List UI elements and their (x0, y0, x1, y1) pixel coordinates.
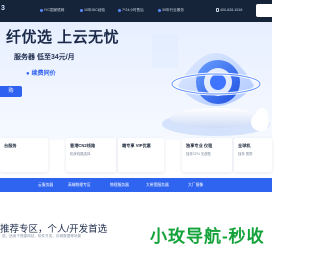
feature-card-1[interactable]: 台服务 (0, 138, 48, 172)
cloud-illustration (152, 34, 270, 136)
section-title: 推荐专区，个人/开发首选 (0, 224, 108, 235)
hero-buy-button[interactable]: 购 (0, 86, 22, 97)
check-icon: ● (26, 71, 30, 77)
hero-subline: 服务器 低至34元/月 (14, 54, 75, 61)
nav-cloud-server[interactable]: 云服务器 (38, 178, 53, 192)
nav-mirror[interactable]: 大厂镜像 (188, 178, 203, 192)
header-link-3[interactable]: 7*24小时售后 (118, 8, 144, 13)
login-button[interactable] (256, 4, 272, 17)
logo[interactable]: 3 (1, 5, 5, 12)
nav-physical-server[interactable]: 物理服务器 (110, 178, 129, 192)
feature-card-2[interactable]: 香港CN2线路 机房线路选择 (66, 138, 116, 172)
hero-banner: 纤优选 上云无忧 服务器 低至34元/月 ● 续费同价 购 (0, 22, 272, 140)
dot-icon (40, 8, 43, 12)
hero-renewal: ● 续费同价 (26, 71, 56, 77)
phone-icon (216, 8, 219, 13)
header-link-1[interactable]: IYC国家镜网 (40, 8, 64, 13)
phone-number: 400-828-1518 (216, 8, 242, 13)
feature-card-4[interactable]: 独享专业 仅租 独享CPU 无超售 (182, 138, 232, 172)
nav-bandwidth-server[interactable]: 大带宽服务器 (146, 178, 169, 192)
top-bar: 3 IYC国家镜网 10年IDC经验 7*24小时售后 30年行业服务 400-… (0, 0, 272, 22)
header-link-2[interactable]: 10年IDC经验 (80, 8, 105, 13)
dot-icon (80, 8, 83, 12)
watermark: 小玫导航-秒收 (150, 227, 265, 246)
feature-card-3[interactable]: 端专享 VIP优惠 (118, 138, 164, 172)
category-nav: 云服务器 高端物理专区 物理服务器 大带宽服务器 大厂镜像 (0, 178, 272, 192)
header-link-4[interactable]: 30年行业服务 (158, 8, 184, 13)
nav-high-end-physical[interactable]: 高端物理专区 (68, 178, 91, 192)
dot-icon (118, 8, 121, 12)
section-description: 选，适用于搭建网站，软件开发、存储数据等场景 (2, 234, 82, 238)
dot-icon (158, 8, 161, 12)
hero-headline: 纤优选 上云无忧 (6, 29, 120, 46)
feature-card-5[interactable]: 全球机 独享 宽带 (234, 138, 272, 172)
